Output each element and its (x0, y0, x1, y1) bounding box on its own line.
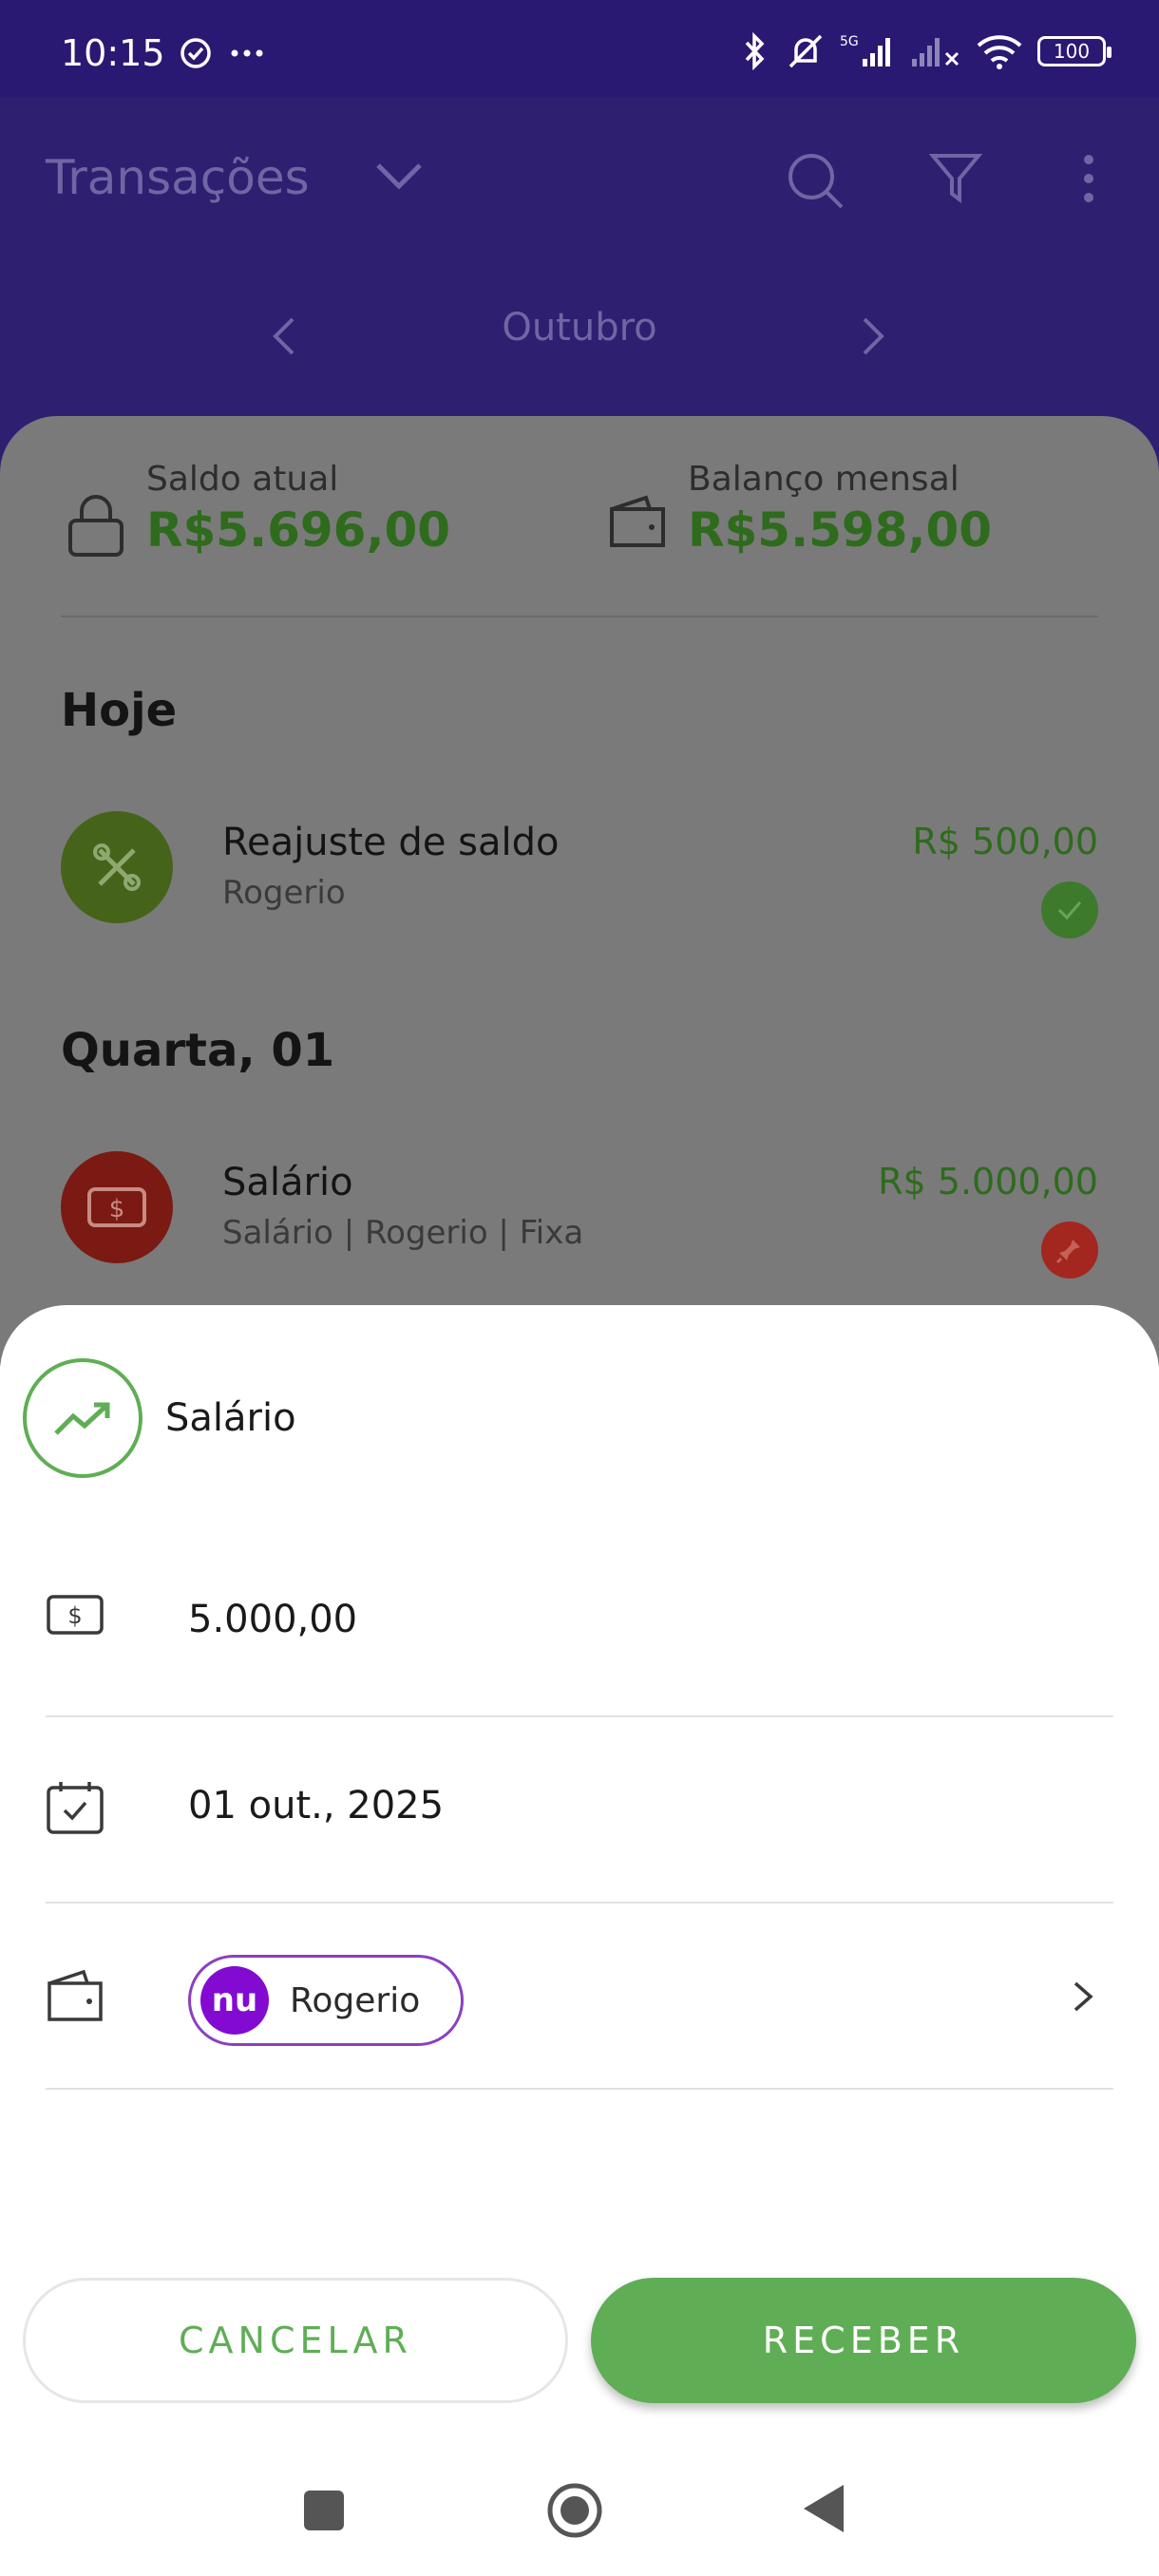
page-title[interactable]: Transações (46, 150, 310, 205)
filter-icon[interactable] (929, 150, 982, 207)
date-field[interactable]: 01 out., 2025 (46, 1717, 1113, 1904)
transactions-card: Saldo atual R$5.696,00 Balanço mensal R$… (0, 416, 1159, 1366)
signal-no-service-icon (912, 38, 960, 66)
amount-field[interactable]: $ 5.000,00 (46, 1531, 1113, 1717)
svg-text:5G: 5G (840, 34, 859, 49)
account-chip[interactable]: nu Rogerio (188, 1955, 464, 2046)
wifi-icon (977, 35, 1022, 69)
transaction-subtitle: Rogerio (222, 874, 346, 912)
current-balance-value: R$5.696,00 (146, 502, 451, 558)
more-options-icon[interactable] (1079, 150, 1098, 207)
amount-value: 5.000,00 (188, 1598, 358, 1641)
check-circle-icon (180, 38, 211, 68)
trending-up-icon (23, 1358, 142, 1478)
more-notifications-icon (231, 49, 263, 57)
calendar-check-icon (47, 1782, 104, 1834)
transaction-amount: R$ 500,00 (912, 821, 1098, 862)
monthly-balance-value: R$5.598,00 (688, 502, 993, 558)
date-value: 01 out., 2025 (188, 1784, 445, 1828)
svg-text:$: $ (109, 1195, 125, 1223)
lock-icon (68, 495, 124, 557)
nubank-logo: nu (200, 1966, 269, 2035)
home-icon[interactable] (545, 2481, 604, 2540)
section-title-today: Hoje (61, 684, 178, 737)
wallet-icon (610, 495, 665, 547)
receive-button[interactable]: RECEBER (591, 2278, 1136, 2403)
next-month-icon[interactable] (859, 315, 887, 357)
status-bar: 10:15 5G 100 (0, 0, 1159, 97)
pin-icon (1041, 1222, 1098, 1279)
chevron-down-icon[interactable] (372, 158, 426, 196)
money-icon: $ (47, 1595, 104, 1635)
wallet-icon (48, 1969, 103, 2021)
current-balance: Saldo atual R$5.696,00 (66, 460, 450, 559)
cancel-button[interactable]: CANCELAR (23, 2278, 568, 2403)
divider (61, 616, 1098, 617)
month-label[interactable]: Outubro (502, 306, 656, 350)
system-nav-bar (0, 2451, 1159, 2576)
recents-icon[interactable] (302, 2489, 346, 2532)
battery-icon: 100 (1037, 36, 1112, 66)
confirmed-check-icon (1041, 881, 1098, 938)
current-balance-label: Saldo atual (146, 460, 339, 499)
chevron-right-icon[interactable] (1072, 1979, 1094, 2014)
transaction-name: Reajuste de saldo (222, 821, 560, 864)
money-icon: $ (61, 1151, 173, 1263)
back-icon[interactable] (802, 2483, 846, 2534)
search-icon[interactable] (785, 150, 846, 211)
monthly-balance-label: Balanço mensal (688, 460, 960, 499)
signal-5g-icon: 5G (840, 34, 890, 66)
transaction-row[interactable]: Reajuste de saldo Rogerio R$ 500,00 (61, 811, 1098, 938)
transaction-amount: R$ 5.000,00 (878, 1161, 1098, 1203)
transaction-row[interactable]: $ Salário Salário | Rogerio | Fixa R$ 5.… (61, 1151, 1098, 1279)
account-name: Rogerio (290, 1980, 421, 2020)
account-field[interactable]: nu Rogerio (46, 1904, 1113, 2090)
muted-bell-icon (788, 34, 823, 68)
status-time: 10:15 (61, 32, 165, 74)
transaction-subtitle: Salário | Rogerio | Fixa (222, 1214, 584, 1252)
monthly-balance: Balanço mensal R$5.598,00 (608, 460, 992, 558)
tools-icon (61, 811, 173, 923)
sheet-title: Salário (165, 1396, 296, 1440)
transaction-name: Salário (222, 1161, 353, 1204)
svg-text:$: $ (67, 1602, 82, 1629)
section-title-date: Quarta, 01 (61, 1024, 335, 1077)
bluetooth-icon (745, 32, 765, 70)
